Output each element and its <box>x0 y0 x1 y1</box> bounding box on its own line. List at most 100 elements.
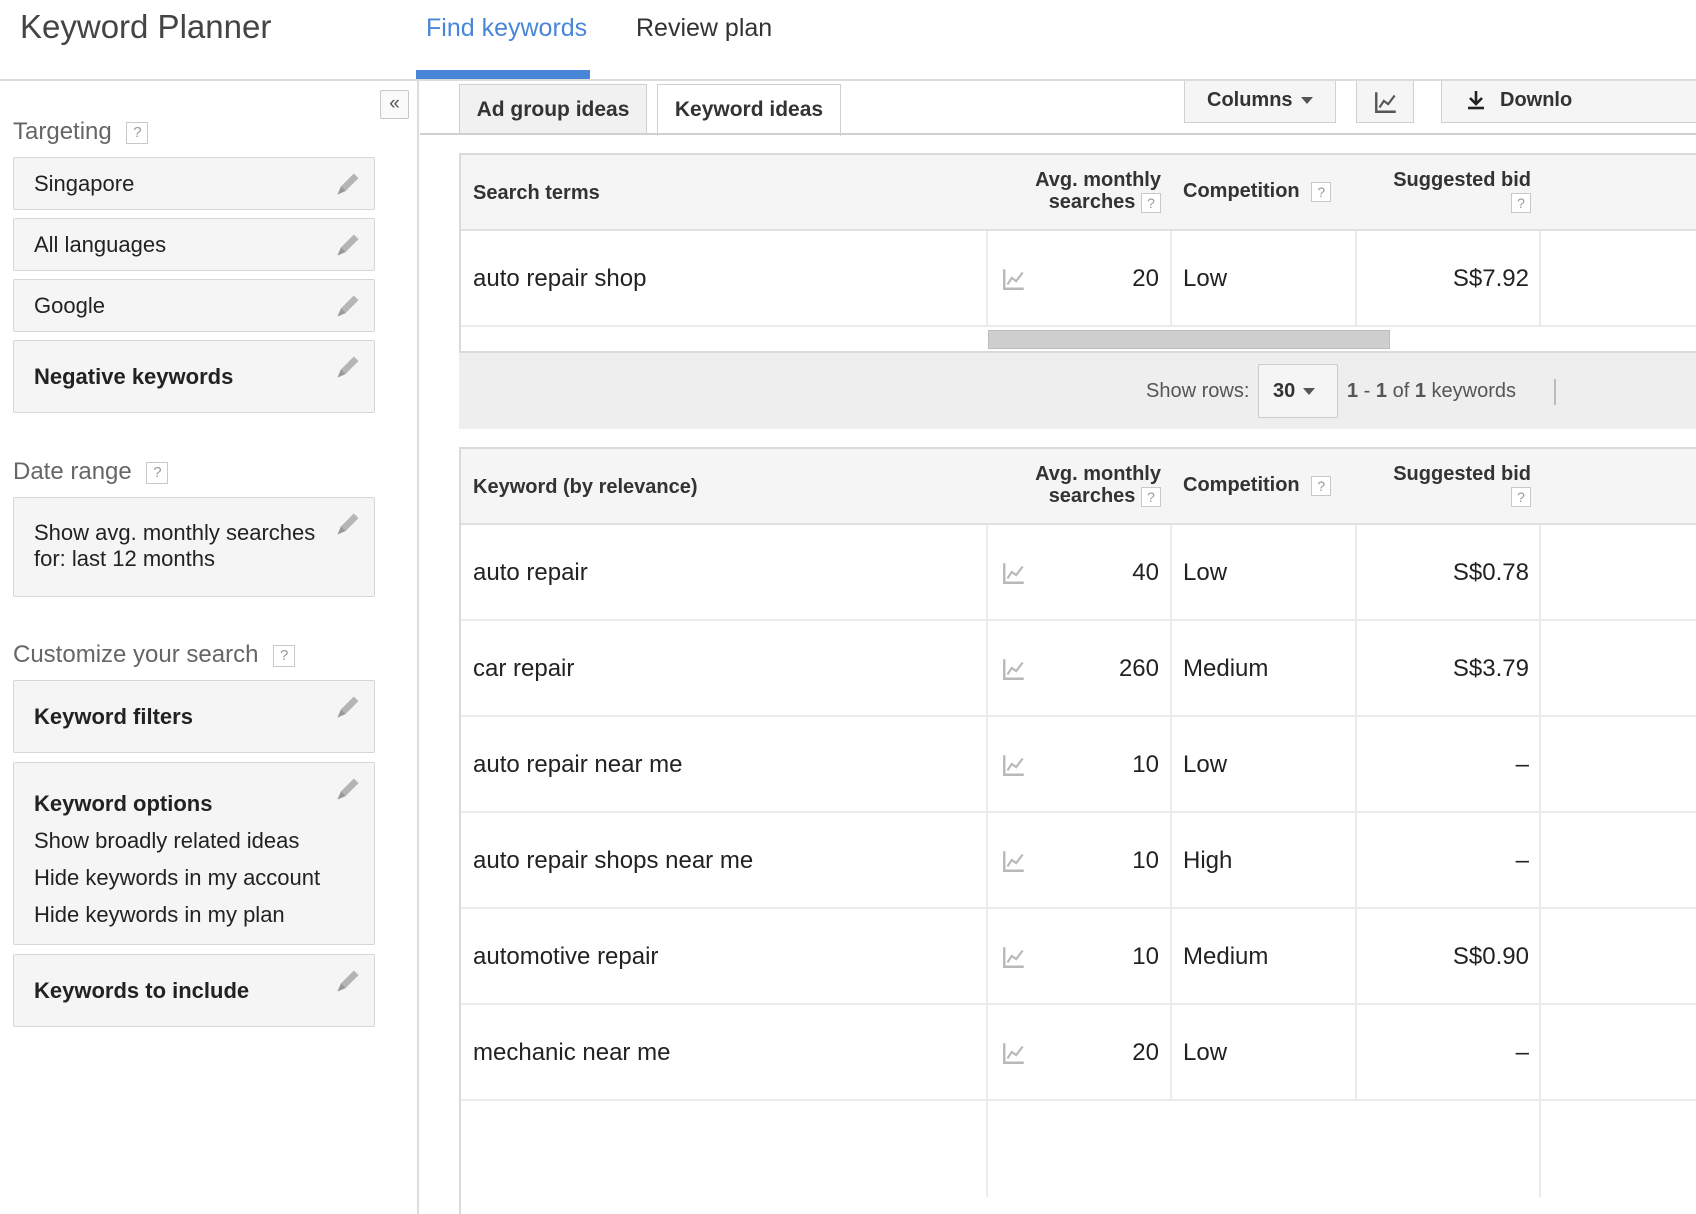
edit-pencil-icon[interactable] <box>334 510 362 538</box>
tab-ad-group-ideas[interactable]: Ad group ideas <box>459 84 647 134</box>
keyword-filters-label: Keyword filters <box>34 704 193 729</box>
edit-pencil-icon[interactable] <box>334 292 362 320</box>
suggested-bid-cell: S$7.92 <box>1452 265 1529 292</box>
table-row[interactable]: auto repair shop 20 Low S$7.92 <box>461 231 1696 327</box>
table-row[interactable] <box>461 1101 1696 1197</box>
col-keyword-by-relevance[interactable]: Keyword (by relevance) <box>473 476 698 499</box>
keywords-to-include-label: Keywords to include <box>34 978 250 1003</box>
date-range-help-icon[interactable]: ? <box>146 461 169 484</box>
avg-header-line1: Avg. monthly <box>1035 169 1161 191</box>
suggested-bid-cell: – <box>1515 751 1529 778</box>
trend-chart-icon[interactable] <box>1001 944 1027 970</box>
keyword-filters-box[interactable]: Keyword filters <box>13 680 375 753</box>
keyword-options-box[interactable]: Keyword options Show broadly related ide… <box>13 762 375 945</box>
trend-chart-icon[interactable] <box>1001 266 1027 292</box>
col-avg-monthly-searches[interactable]: Avg. monthly searches ? <box>1001 169 1161 213</box>
columns-button[interactable]: Columns <box>1184 81 1336 123</box>
horizontal-scrollbar-thumb[interactable] <box>988 330 1390 349</box>
col-suggested-bid[interactable]: Suggested bid ? <box>1361 463 1531 507</box>
keyword-cell: car repair <box>473 655 575 682</box>
trend-chart-icon[interactable] <box>1001 848 1027 874</box>
column-divider <box>1539 1101 1541 1197</box>
table-row[interactable]: mechanic near me 20 Low – <box>461 1005 1696 1101</box>
avg-searches-cell: 10 <box>1132 943 1159 970</box>
avg-searches-cell: 20 <box>1132 1039 1159 1066</box>
table-row[interactable]: auto repair 40 Low S$0.78 <box>461 525 1696 621</box>
avg-help-icon[interactable]: ? <box>1141 192 1161 213</box>
column-divider <box>1539 525 1541 619</box>
keyword-cell: auto repair shop <box>473 265 647 292</box>
date-range-box[interactable]: Show avg. monthly searches for: last 12 … <box>13 497 375 597</box>
keyword-cell: mechanic near me <box>473 1039 671 1066</box>
range-suffix: keywords <box>1425 380 1516 402</box>
avg-searches-cell: 10 <box>1132 751 1159 778</box>
customize-section: Customize your search ? <box>13 641 296 669</box>
keyword-option-line: Hide keywords in my plan <box>34 902 285 927</box>
tab-find-keywords[interactable]: Find keywords <box>426 14 587 43</box>
trend-chart-icon[interactable] <box>1001 656 1027 682</box>
tab-keyword-ideas[interactable]: Keyword ideas <box>657 84 841 136</box>
col-suggested-bid[interactable]: Suggested bid ? <box>1361 169 1531 213</box>
competition-cell: Medium <box>1183 655 1269 682</box>
bid-header-label: Suggested bid <box>1393 169 1531 191</box>
trend-chart-icon[interactable] <box>1001 752 1027 778</box>
range-of: of <box>1387 380 1415 402</box>
network-value: Google <box>34 293 105 318</box>
edit-pencil-icon[interactable] <box>334 353 362 381</box>
col-competition[interactable]: Competition ? <box>1183 474 1332 497</box>
targeting-network[interactable]: Google <box>13 279 375 332</box>
competition-help-icon[interactable]: ? <box>1311 181 1332 202</box>
table-row[interactable]: auto repair near me 10 Low – <box>461 717 1696 813</box>
edit-pencil-icon[interactable] <box>334 967 362 995</box>
competition-help-icon[interactable]: ? <box>1311 475 1332 496</box>
table-row[interactable]: auto repair shops near me 10 High – <box>461 813 1696 909</box>
bid-help-icon[interactable]: ? <box>1511 486 1531 507</box>
edit-pencil-icon[interactable] <box>334 775 362 803</box>
column-divider <box>1355 717 1357 811</box>
customize-label: Customize your search <box>13 641 259 668</box>
column-divider <box>1170 231 1172 325</box>
keyword-cell: auto repair shops near me <box>473 847 754 874</box>
keywords-to-include-box[interactable]: Keywords to include <box>13 954 375 1027</box>
avg-header-line1: Avg. monthly <box>1035 463 1161 485</box>
trend-chart-icon[interactable] <box>1001 1040 1027 1066</box>
chart-toggle-button[interactable] <box>1356 81 1414 123</box>
col-competition[interactable]: Competition ? <box>1183 180 1332 203</box>
collapse-sidebar-button[interactable]: « <box>380 90 409 119</box>
col-search-terms[interactable]: Search terms <box>473 182 600 205</box>
suggested-bid-cell: S$0.78 <box>1452 559 1529 586</box>
table-row[interactable]: automotive repair 10 Medium S$0.90 <box>461 909 1696 1005</box>
avg-searches-cell: 260 <box>1118 655 1159 682</box>
tab-review-plan[interactable]: Review plan <box>636 14 772 43</box>
first-page-icon[interactable] <box>1554 379 1556 405</box>
range-end: 1 <box>1375 380 1388 402</box>
column-divider <box>1539 813 1541 907</box>
targeting-negative-keywords[interactable]: Negative keywords <box>13 340 375 413</box>
edit-pencil-icon[interactable] <box>334 170 362 198</box>
location-value: Singapore <box>34 171 135 196</box>
targeting-language[interactable]: All languages <box>13 218 375 271</box>
targeting-help-icon[interactable]: ? <box>126 121 149 144</box>
trend-chart-icon[interactable] <box>1001 560 1027 586</box>
edit-pencil-icon[interactable] <box>334 693 362 721</box>
column-divider <box>1355 231 1357 325</box>
chevron-down-icon <box>1303 388 1316 396</box>
keyword-cell: auto repair <box>473 559 588 586</box>
customize-help-icon[interactable]: ? <box>273 644 296 667</box>
column-divider <box>1355 813 1357 907</box>
columns-label: Columns <box>1207 89 1293 111</box>
col-avg-monthly-searches[interactable]: Avg. monthly searches ? <box>1001 463 1161 507</box>
column-divider <box>1539 231 1541 325</box>
targeting-label: Targeting <box>13 118 112 145</box>
rows-per-page-select[interactable]: 30 <box>1258 364 1338 418</box>
download-button[interactable]: Downlo <box>1441 81 1696 123</box>
edit-pencil-icon[interactable] <box>334 231 362 259</box>
column-divider <box>986 717 988 811</box>
column-divider <box>1355 1005 1357 1099</box>
date-range-value: Show avg. monthly searches for: last 12 … <box>34 520 316 571</box>
bid-help-icon[interactable]: ? <box>1511 192 1531 213</box>
rows-per-page-value: 30 <box>1273 380 1296 402</box>
avg-help-icon[interactable]: ? <box>1141 486 1161 507</box>
table-row[interactable]: car repair 260 Medium S$3.79 <box>461 621 1696 717</box>
targeting-location[interactable]: Singapore <box>13 157 375 210</box>
